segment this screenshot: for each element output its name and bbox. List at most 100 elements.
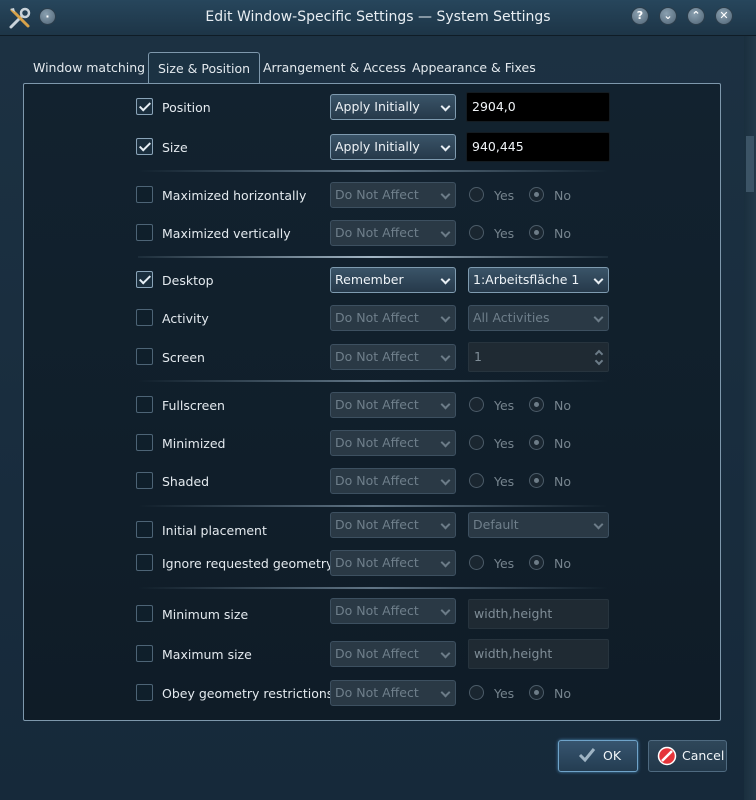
fullscreen-yes-radio[interactable] [469, 397, 484, 412]
no-label: No [554, 436, 571, 451]
no-label: No [554, 398, 571, 413]
ok-button[interactable]: OK [558, 740, 638, 772]
activity-policy-select[interactable]: Do Not Affect [330, 305, 456, 331]
minimized-policy-select[interactable]: Do Not Affect [330, 430, 456, 456]
separator [138, 505, 608, 507]
no-label: No [554, 226, 571, 241]
position-value-input[interactable]: 2904,0 [466, 92, 610, 122]
no-label: No [554, 556, 571, 571]
no-label: No [554, 686, 571, 701]
yes-label: Yes [494, 436, 515, 451]
ignore-geometry-policy-select[interactable]: Do Not Affect [330, 550, 456, 576]
size-checkbox[interactable] [136, 138, 153, 155]
minimum-size-policy-select[interactable]: Do Not Affect [330, 598, 456, 624]
ignore-geometry-no-radio[interactable] [529, 555, 544, 570]
ok-label: OK [603, 748, 622, 763]
ignore-geometry-checkbox[interactable] [136, 554, 153, 571]
maximum-size-policy-select[interactable]: Do Not Affect [330, 641, 456, 667]
help-button[interactable]: ? [631, 7, 649, 25]
minimized-label: Minimized [162, 436, 226, 451]
minimum-size-checkbox[interactable] [136, 605, 153, 622]
desktop-value-select[interactable]: 1:Arbeitsfläche 1 [468, 267, 609, 293]
initial-placement-value-select[interactable]: Default [468, 512, 609, 538]
position-policy-select[interactable]: Apply Initially [330, 94, 456, 120]
background-scrollbar [744, 36, 756, 800]
maximize-button[interactable]: ⌃ [687, 7, 705, 25]
maximized-horizontally-checkbox[interactable] [136, 186, 153, 203]
maximized-vertically-yes-radio[interactable] [469, 225, 484, 240]
shaded-label: Shaded [162, 474, 210, 489]
size-label: Size [162, 140, 188, 155]
size-policy-select[interactable]: Apply Initially [330, 134, 456, 160]
minimized-no-radio[interactable] [529, 435, 544, 450]
tab-window-matching[interactable]: Window matching [24, 52, 154, 84]
ignore-geometry-label: Ignore requested geometry [162, 556, 334, 571]
close-button[interactable]: ✕ [715, 7, 733, 25]
yes-label: Yes [494, 226, 515, 241]
separator [138, 380, 608, 382]
activity-label: Activity [162, 311, 209, 326]
shaded-no-radio[interactable] [529, 473, 544, 488]
shaded-policy-select[interactable]: Do Not Affect [330, 468, 456, 494]
cancel-label: Cancel [682, 748, 725, 763]
initial-placement-checkbox[interactable] [136, 521, 153, 538]
obey-geometry-label: Obey geometry restrictions [162, 686, 334, 701]
position-checkbox[interactable] [136, 98, 153, 115]
yes-label: Yes [494, 474, 515, 489]
minimum-size-input[interactable]: width,height [468, 599, 609, 629]
maximized-horizontally-no-radio[interactable] [529, 187, 544, 202]
screen-spinbox[interactable]: 1 [468, 342, 609, 372]
obey-geometry-checkbox[interactable] [136, 684, 153, 701]
maximized-horizontally-label: Maximized horizontally [162, 188, 307, 203]
screen-label: Screen [162, 350, 205, 365]
tab-label: Size & Position [158, 61, 251, 76]
yes-label: Yes [494, 686, 515, 701]
obey-geometry-no-radio[interactable] [529, 685, 544, 700]
maximized-vertically-no-radio[interactable] [529, 225, 544, 240]
tab-label: Appearance & Fixes [412, 60, 536, 75]
size-value-input[interactable]: 940,445 [466, 132, 610, 162]
maximized-horizontally-policy-select[interactable]: Do Not Affect [330, 182, 456, 208]
desktop-policy-select[interactable]: Remember [330, 267, 456, 293]
obey-geometry-policy-select[interactable]: Do Not Affect [330, 680, 456, 706]
minimized-checkbox[interactable] [136, 434, 153, 451]
maximized-horizontally-yes-radio[interactable] [469, 187, 484, 202]
spin-down-icon[interactable] [594, 356, 604, 366]
activity-value-select[interactable]: All Activities [468, 305, 609, 331]
checkmark-icon [577, 745, 597, 776]
maximum-size-checkbox[interactable] [136, 645, 153, 662]
cancel-icon [657, 746, 677, 777]
fullscreen-checkbox[interactable] [136, 396, 153, 413]
no-label: No [554, 474, 571, 489]
minimized-yes-radio[interactable] [469, 435, 484, 450]
screen-policy-select[interactable]: Do Not Affect [330, 344, 456, 370]
maximum-size-label: Maximum size [162, 647, 252, 662]
minimize-button[interactable]: ⌄ [659, 7, 677, 25]
tab-arrangement-access[interactable]: Arrangement & Access [254, 52, 415, 84]
fullscreen-policy-select[interactable]: Do Not Affect [330, 392, 456, 418]
screen-checkbox[interactable] [136, 348, 153, 365]
initial-placement-label: Initial placement [162, 523, 267, 538]
maximum-size-input[interactable]: width,height [468, 639, 609, 669]
tab-label: Arrangement & Access [263, 60, 406, 75]
maximized-vertically-checkbox[interactable] [136, 224, 153, 241]
yes-label: Yes [494, 398, 515, 413]
yes-label: Yes [494, 556, 515, 571]
ignore-geometry-yes-radio[interactable] [469, 555, 484, 570]
obey-geometry-yes-radio[interactable] [469, 685, 484, 700]
initial-placement-policy-select[interactable]: Do Not Affect [330, 512, 456, 538]
tab-size-position[interactable]: Size & Position [148, 52, 261, 85]
desktop-checkbox[interactable] [136, 271, 153, 288]
desktop-label: Desktop [162, 273, 214, 288]
maximized-vertically-policy-select[interactable]: Do Not Affect [330, 220, 456, 246]
tab-label: Window matching [33, 60, 146, 75]
shaded-yes-radio[interactable] [469, 473, 484, 488]
activity-checkbox[interactable] [136, 309, 153, 326]
tab-appearance-fixes[interactable]: Appearance & Fixes [403, 52, 545, 84]
fullscreen-no-radio[interactable] [529, 397, 544, 412]
minimum-size-label: Minimum size [162, 607, 249, 622]
no-label: No [554, 188, 571, 203]
shaded-checkbox[interactable] [136, 472, 153, 489]
cancel-button[interactable]: Cancel [648, 740, 727, 772]
title-bar: · Edit Window-Specific Settings — System… [0, 0, 756, 36]
